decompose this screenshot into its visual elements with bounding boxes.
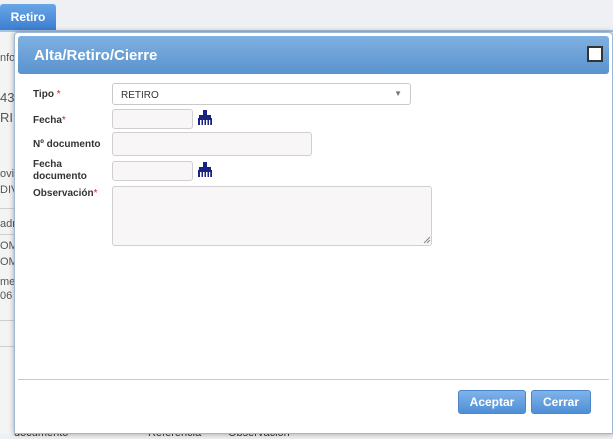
- calendar-icon[interactable]: [196, 161, 214, 179]
- obs-label-text: Observación: [33, 188, 94, 199]
- bg-fragment: 43: [0, 90, 15, 105]
- fechadoc-label-line2: documento: [33, 171, 87, 182]
- bg-fragment: nfo: [0, 52, 16, 64]
- dialog-header: Alta/Retiro/Cierre: [18, 36, 609, 74]
- fechadoc-label: Fecha documento: [33, 159, 87, 183]
- tipo-label-text: Tipo: [33, 89, 54, 100]
- required-mark: *: [61, 115, 66, 126]
- tipo-select-value: RETIRO: [121, 90, 159, 101]
- bg-fragment: RI: [0, 110, 13, 125]
- fechadoc-label-line1: Fecha: [33, 159, 62, 170]
- dialog-divider: [18, 379, 609, 380]
- tipo-label: Tipo *: [33, 89, 61, 101]
- tipo-select[interactable]: RETIRO ▼: [112, 83, 411, 105]
- alta-retiro-cierre-dialog: Alta/Retiro/Cierre Tipo * RETIRO ▼ Fecha…: [14, 32, 613, 434]
- resize-handle-icon[interactable]: [423, 236, 431, 244]
- fecha-label-text: Fecha: [33, 115, 62, 126]
- accept-button[interactable]: Aceptar: [458, 390, 526, 414]
- calendar-icon[interactable]: [196, 109, 214, 127]
- close-icon[interactable]: [587, 46, 603, 62]
- close-button[interactable]: Cerrar: [531, 390, 591, 414]
- bg-fragment: 06: [0, 290, 13, 302]
- required-mark: *: [93, 188, 98, 199]
- tab-retiro[interactable]: Retiro: [0, 4, 56, 30]
- ndoc-label: Nº documento: [33, 139, 101, 150]
- ndoc-input[interactable]: [112, 132, 312, 156]
- fecha-input[interactable]: [112, 109, 193, 129]
- fechadoc-input[interactable]: [112, 161, 193, 181]
- required-mark: *: [56, 89, 61, 100]
- dialog-title: Alta/Retiro/Cierre: [34, 47, 158, 64]
- observacion-textarea[interactable]: [112, 186, 432, 246]
- chevron-down-icon: ▼: [394, 89, 402, 98]
- obs-label: Observación*: [33, 188, 98, 200]
- fecha-label: Fecha*: [33, 115, 66, 127]
